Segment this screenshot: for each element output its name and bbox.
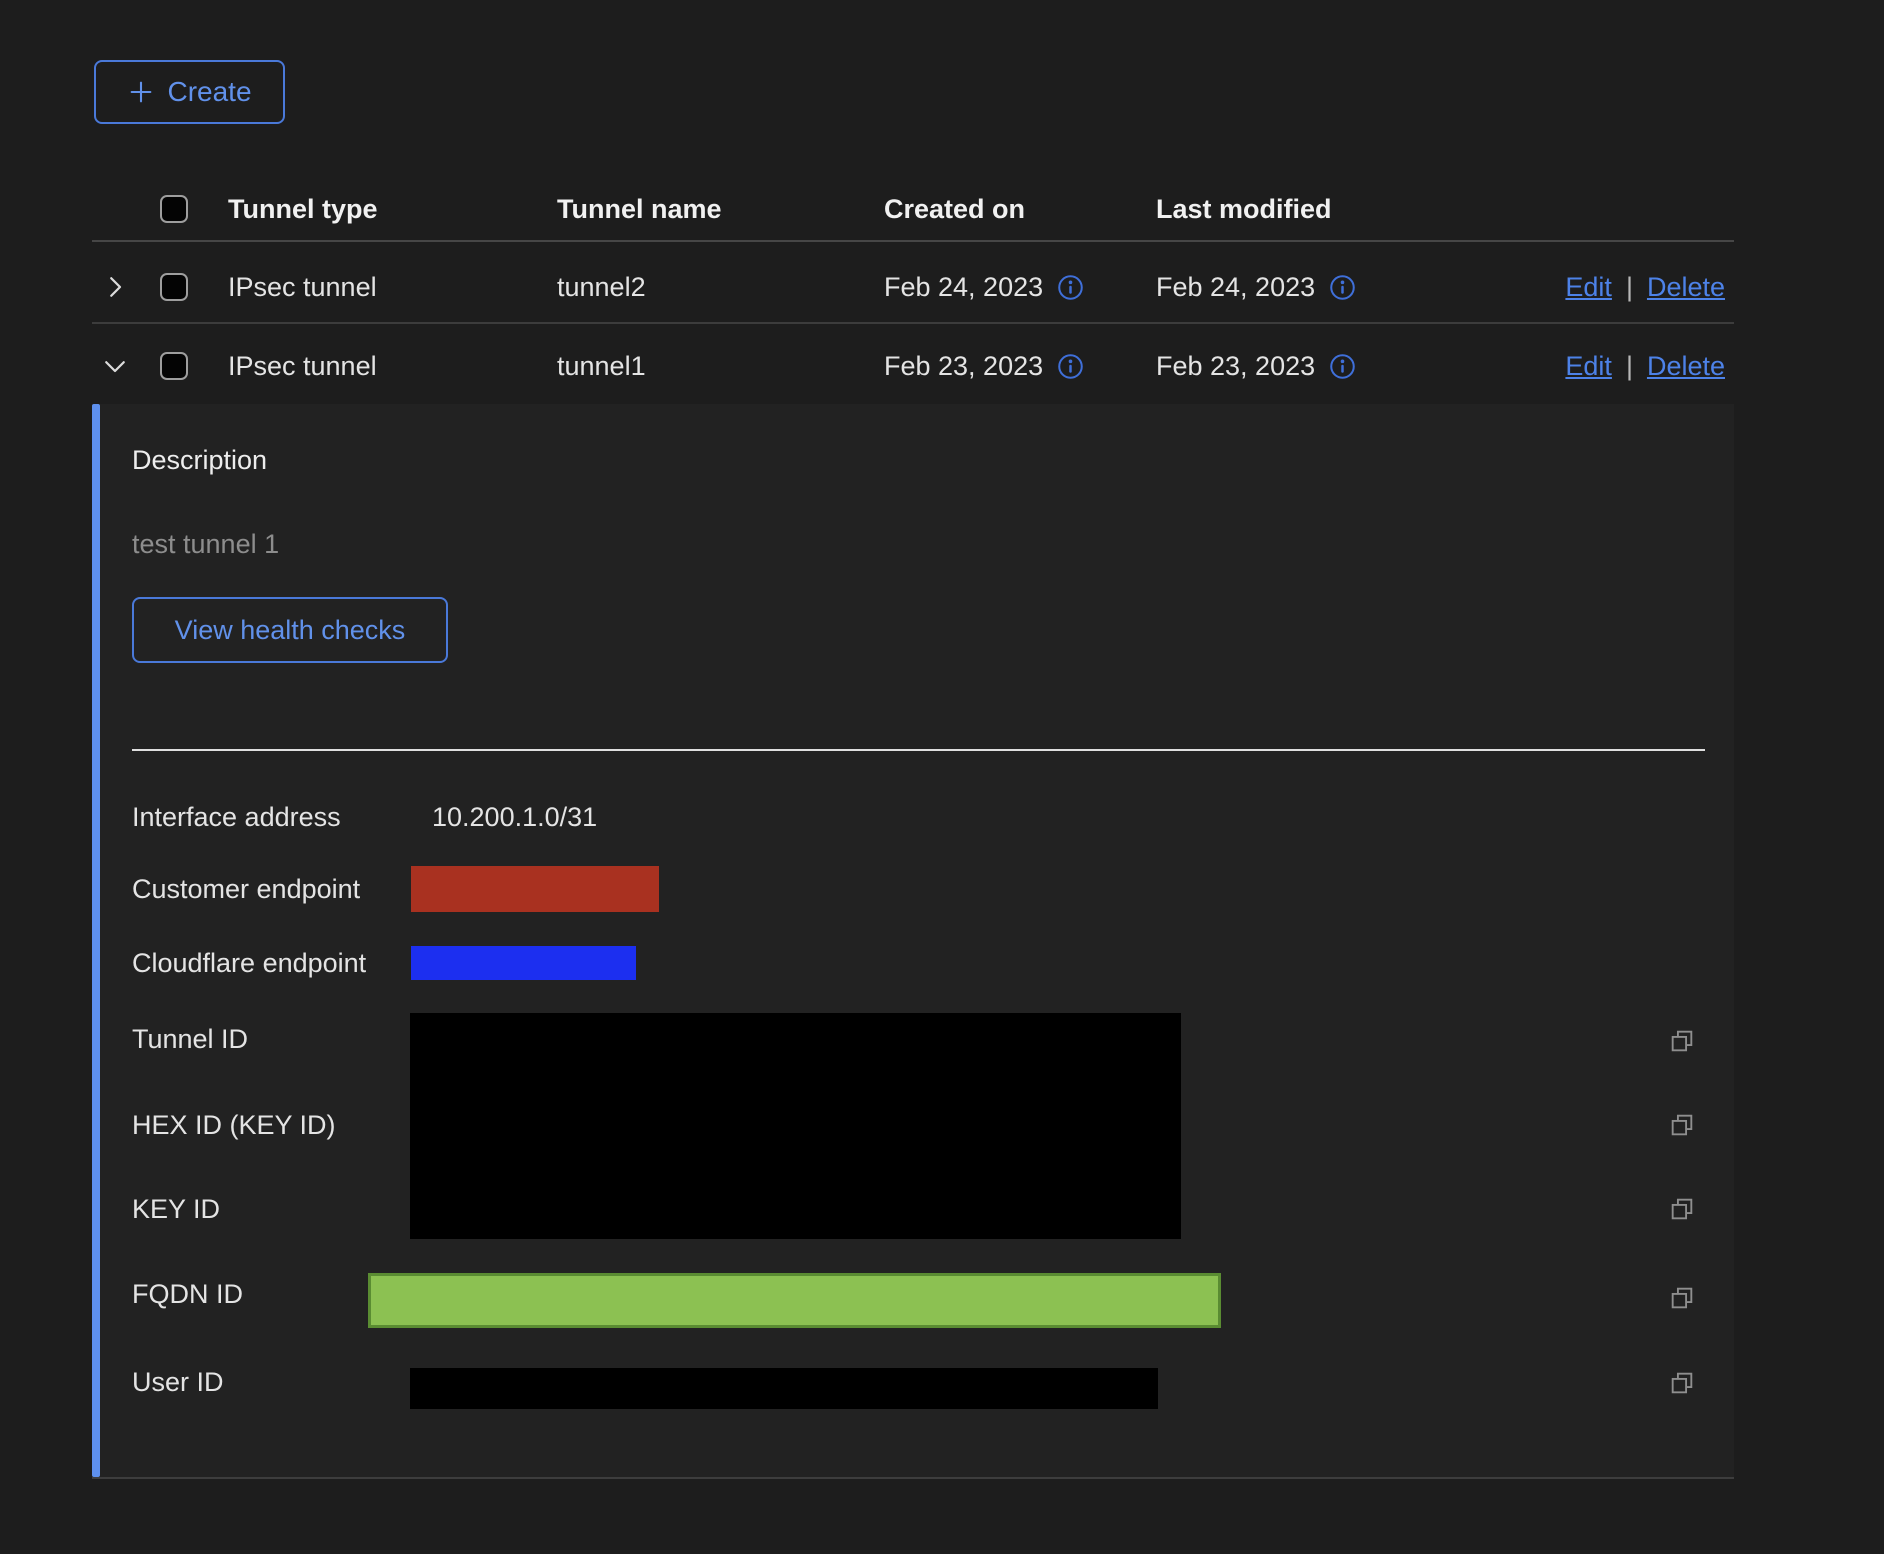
- user-id-label: User ID: [132, 1365, 224, 1399]
- interface-address-value: 10.200.1.0/31: [432, 800, 597, 834]
- info-icon[interactable]: [1057, 274, 1084, 301]
- description-value: test tunnel 1: [132, 527, 279, 561]
- expand-row-button[interactable]: [100, 272, 130, 302]
- copy-tunnel-id-button[interactable]: [1668, 1027, 1696, 1055]
- fqdn-id-redaction: [368, 1273, 1221, 1328]
- copy-icon: [1668, 1385, 1696, 1400]
- column-header-tunnel-name: Tunnel name: [557, 192, 722, 226]
- copy-icon: [1668, 1300, 1696, 1315]
- copy-fqdn-id-button[interactable]: [1668, 1284, 1696, 1312]
- tunnel-type-cell: IPsec tunnel: [228, 349, 377, 383]
- section-divider: [132, 749, 1705, 751]
- delete-link[interactable]: Delete: [1647, 270, 1725, 304]
- ipsec-tunnels-page: Create Tunnel type Tunnel name Created o…: [0, 0, 1884, 1554]
- hex-id-label: HEX ID (KEY ID): [132, 1108, 336, 1142]
- description-label: Description: [132, 443, 267, 477]
- select-all-checkbox[interactable]: [160, 195, 188, 223]
- row-divider: [92, 322, 1734, 324]
- key-id-label: KEY ID: [132, 1192, 220, 1226]
- copy-icon: [1668, 1043, 1696, 1058]
- view-health-checks-label: View health checks: [175, 615, 406, 646]
- info-icon[interactable]: [1329, 353, 1356, 380]
- expanded-panel-accent-bar: [92, 404, 100, 1477]
- collapse-row-button[interactable]: [100, 351, 130, 381]
- last-modified-value: Feb 24, 2023: [1156, 270, 1315, 304]
- last-modified-value: Feb 23, 2023: [1156, 349, 1315, 383]
- tunnel-id-label: Tunnel ID: [132, 1022, 248, 1056]
- customer-endpoint-label: Customer endpoint: [132, 872, 360, 906]
- copy-user-id-button[interactable]: [1668, 1369, 1696, 1397]
- last-modified-cell: Feb 24, 2023: [1156, 270, 1356, 304]
- row-actions: Edit | Delete: [1565, 349, 1725, 383]
- chevron-down-icon: [100, 369, 130, 384]
- create-button-label: Create: [167, 76, 251, 108]
- last-modified-cell: Feb 23, 2023: [1156, 349, 1356, 383]
- created-on-value: Feb 24, 2023: [884, 270, 1043, 304]
- row-checkbox[interactable]: [160, 273, 188, 301]
- ids-redaction: [410, 1013, 1181, 1239]
- action-separator: |: [1626, 349, 1633, 383]
- copy-icon: [1668, 1211, 1696, 1226]
- tunnel-name-cell: tunnel1: [557, 349, 646, 383]
- created-on-cell: Feb 24, 2023: [884, 270, 1084, 304]
- view-health-checks-button[interactable]: View health checks: [132, 597, 448, 663]
- create-button[interactable]: Create: [94, 60, 285, 124]
- row-actions: Edit | Delete: [1565, 270, 1725, 304]
- column-header-tunnel-type: Tunnel type: [228, 192, 378, 226]
- tunnel-name-cell: tunnel2: [557, 270, 646, 304]
- plus-icon: [127, 78, 155, 106]
- created-on-cell: Feb 23, 2023: [884, 349, 1084, 383]
- edit-link[interactable]: Edit: [1565, 270, 1612, 304]
- panel-bottom-divider: [92, 1477, 1734, 1479]
- column-header-last-modified: Last modified: [1156, 192, 1332, 226]
- delete-link[interactable]: Delete: [1647, 349, 1725, 383]
- copy-icon: [1668, 1127, 1696, 1142]
- user-id-redaction: [410, 1368, 1158, 1409]
- tunnel-type-cell: IPsec tunnel: [228, 270, 377, 304]
- chevron-right-icon: [100, 290, 130, 305]
- customer-endpoint-redaction: [411, 866, 659, 912]
- copy-key-id-button[interactable]: [1668, 1195, 1696, 1223]
- edit-link[interactable]: Edit: [1565, 349, 1612, 383]
- row-checkbox[interactable]: [160, 352, 188, 380]
- cloudflare-endpoint-redaction: [411, 946, 636, 980]
- info-icon[interactable]: [1329, 274, 1356, 301]
- header-divider: [92, 240, 1734, 242]
- info-icon[interactable]: [1057, 353, 1084, 380]
- fqdn-id-label: FQDN ID: [132, 1277, 243, 1311]
- cloudflare-endpoint-label: Cloudflare endpoint: [132, 946, 366, 980]
- created-on-value: Feb 23, 2023: [884, 349, 1043, 383]
- action-separator: |: [1626, 270, 1633, 304]
- column-header-created-on: Created on: [884, 192, 1025, 226]
- interface-address-label: Interface address: [132, 800, 341, 834]
- copy-hex-id-button[interactable]: [1668, 1111, 1696, 1139]
